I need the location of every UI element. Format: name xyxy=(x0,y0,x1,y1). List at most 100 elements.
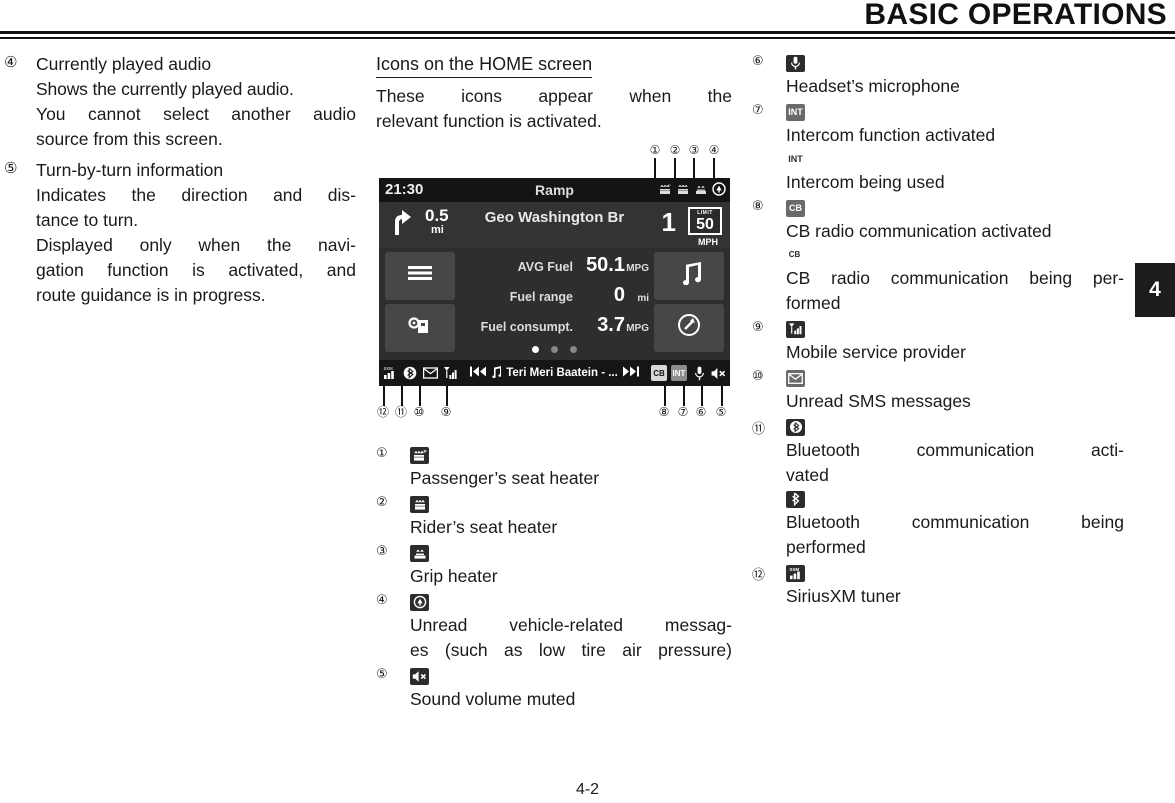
icon-row xyxy=(410,493,732,515)
page-dot[interactable] xyxy=(551,346,558,353)
item-number: ⑦ xyxy=(752,103,764,118)
menu-icon xyxy=(385,263,455,289)
icon-legend-mid: ① P Passenger’s seat heater ② Rider’s se… xyxy=(376,444,732,712)
right-column: ⑥ Headset’s microphone ⑦ INT Intercom fu… xyxy=(752,52,1124,611)
callout-number: ⑩ xyxy=(413,405,425,419)
icon-row xyxy=(786,367,1124,389)
passenger-seat-heater-icon: P xyxy=(657,181,672,196)
siriusxm-icon: SXM xyxy=(786,564,805,582)
icon-row xyxy=(786,52,1124,74)
siriusxm-icon: SXM xyxy=(382,365,398,381)
item-number: ⑨ xyxy=(752,320,764,335)
gear-icon xyxy=(385,314,455,342)
callout-leader xyxy=(701,386,703,406)
chapter-tab: 4 xyxy=(1135,263,1175,317)
item-text: Headset’s microphone xyxy=(786,76,960,96)
list-item: ⑨ Mobile service provider xyxy=(752,318,1124,365)
vehicle-message-icon xyxy=(711,181,726,196)
icon-row xyxy=(786,416,1124,438)
dashboard-status-bar-bottom: SXM Teri Meri Baatein - ... CB INT xyxy=(379,360,730,386)
item-number: ⑥ xyxy=(752,54,764,69)
callout-number: ⑤ xyxy=(715,405,727,419)
sms-icon xyxy=(422,365,438,381)
microphone-icon xyxy=(786,54,805,72)
stat-value: 0 xyxy=(613,284,625,306)
grip-heater-icon xyxy=(693,181,708,196)
icon-row: INT xyxy=(786,148,1124,170)
item-line: source from this screen. xyxy=(36,129,223,149)
callout-number: ④ xyxy=(708,143,720,157)
dashboard-screenshot: 21:30 Ramp P 0.5 mi Geo Washington Br 1 … xyxy=(379,178,730,386)
icon-row xyxy=(410,591,732,613)
item-text: Bluetooth communication being performed xyxy=(786,510,1124,560)
item-text: CB radio communication activated xyxy=(786,221,1052,241)
menu-tile[interactable] xyxy=(385,252,455,300)
item-body: P Passenger’s seat heater xyxy=(410,444,732,491)
callout-number: ⑫ xyxy=(376,405,389,419)
passenger-seat-heater-icon: P xyxy=(410,446,429,464)
list-item: ⑪ Bluetooth communication acti- vated Bl… xyxy=(752,416,1124,560)
stat-value: 3.7 xyxy=(597,314,625,336)
item-number: ④ xyxy=(376,593,388,608)
item-line: You cannot select another audio xyxy=(36,104,356,124)
intercom-icon: INT xyxy=(671,365,687,381)
intro-line: These icons appear when the xyxy=(376,86,732,106)
page-dot[interactable] xyxy=(570,346,578,353)
track-title: Teri Meri Baatein - ... xyxy=(506,367,618,379)
microphone-icon xyxy=(691,365,707,381)
callout-leader xyxy=(674,158,676,178)
street-name: Geo Washington Br xyxy=(484,209,625,226)
sms-icon xyxy=(786,369,805,387)
item-text-line2: performed xyxy=(786,537,866,557)
list-item: ④ Currently played audio Shows the curre… xyxy=(4,52,356,152)
icon-row xyxy=(786,318,1124,340)
item-body: Unread SMS messages xyxy=(786,367,1124,414)
list-item: ③ Grip heater xyxy=(376,542,732,589)
music-tile[interactable] xyxy=(654,252,724,300)
stat-value: 50.1 xyxy=(586,254,625,276)
previous-track-icon[interactable] xyxy=(470,366,487,380)
icon-row: CB xyxy=(786,197,1124,219)
item-line: gation function is activated, and xyxy=(36,260,356,280)
list-item: ② Rider’s seat heater xyxy=(376,493,732,540)
item-number: ⑧ xyxy=(752,199,764,214)
list-item: ⑫ SXM SiriusXM tuner xyxy=(752,562,1124,609)
left-column: ④ Currently played audio Shows the curre… xyxy=(4,52,356,312)
intercom-active-icon: INT xyxy=(788,153,803,164)
item-text: SiriusXM tuner xyxy=(786,586,901,606)
item-text: Bluetooth communication acti- vated xyxy=(786,438,1124,488)
figure-callouts-bottom: ⑫ ⑪ ⑩ ⑨ ⑧ ⑦ ⑥ ⑤ xyxy=(376,386,732,430)
header-rule-bottom xyxy=(0,37,1175,39)
stat-label: Fuel range xyxy=(509,290,573,304)
next-track-icon[interactable] xyxy=(622,366,639,380)
item-line: Turn-by-turn information xyxy=(36,160,224,180)
callout-leader xyxy=(721,386,723,406)
callout-number: ③ xyxy=(688,143,700,157)
item-body: SXM SiriusXM tuner xyxy=(786,562,1124,609)
item-text-line2: formed xyxy=(786,293,841,313)
svg-text:P: P xyxy=(668,183,671,188)
svg-text:SXM: SXM xyxy=(789,567,799,572)
item-text-line1: Unread vehicle-related messag- xyxy=(410,615,732,635)
icon-row: SXM xyxy=(786,562,1124,584)
navigation-bar: 0.5 mi Geo Washington Br 1 LIMIT 50 MPH xyxy=(379,202,730,248)
item-line: Indicates the direction and dis- xyxy=(36,185,356,205)
cb-radio-icon: CB xyxy=(651,365,667,381)
middle-column: Icons on the HOME screen These icons app… xyxy=(376,52,732,714)
icon-row xyxy=(410,665,732,687)
page-dot[interactable] xyxy=(531,346,539,353)
stat-label: AVG Fuel xyxy=(517,260,573,274)
music-note-icon xyxy=(491,365,502,381)
callout-leader xyxy=(664,386,666,406)
vehicle-message-icon xyxy=(410,593,429,611)
item-number: ① xyxy=(376,446,388,461)
callout-number: ① xyxy=(649,143,661,157)
lane-number: 1 xyxy=(661,207,676,237)
rider-seat-heater-icon xyxy=(410,495,429,513)
intercom-icon: INT xyxy=(786,103,805,121)
page-indicator-dots xyxy=(379,340,730,358)
list-item: ① P Passenger’s seat heater xyxy=(376,444,732,491)
item-number: ④ xyxy=(4,53,18,71)
icon-row: INT xyxy=(786,101,1124,123)
section-heading: Icons on the HOME screen xyxy=(376,52,593,78)
